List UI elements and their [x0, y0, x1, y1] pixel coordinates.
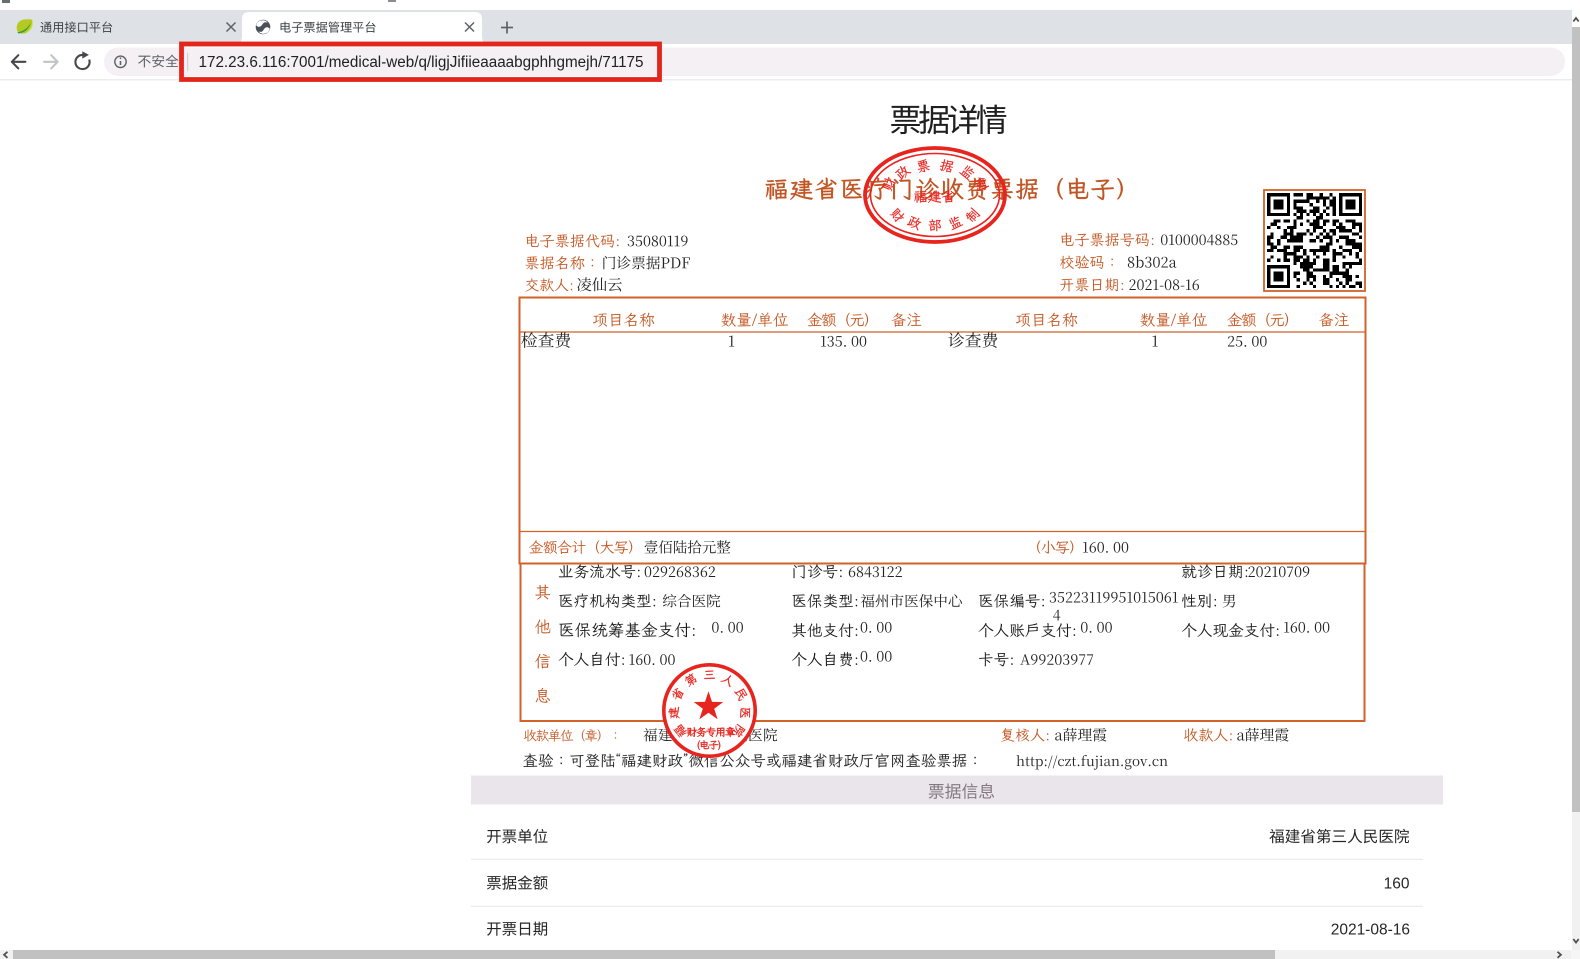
- svg-text:160: 160: [1384, 876, 1410, 893]
- svg-text:172.23.6.116:7001/medical-web/: 172.23.6.116:7001/medical-web/q/ligjJifi…: [199, 54, 644, 71]
- svg-text:2021-08-16: 2021-08-16: [1331, 922, 1410, 939]
